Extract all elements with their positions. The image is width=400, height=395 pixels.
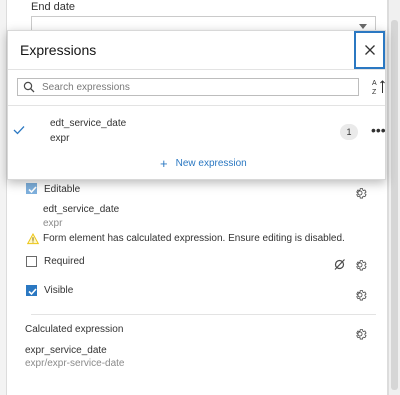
new-expression-label: New expression [175,158,247,169]
editable-label: Editable [44,184,81,195]
end-date-label: End date [31,1,76,13]
svg-text:Z: Z [372,89,377,96]
editable-expr-name: edt_service_date [43,204,120,215]
required-label: Required [44,256,85,267]
search-icon [23,81,35,93]
close-icon [364,45,375,55]
calculated-expr-path: expr/expr-service-date [25,358,125,369]
chevron-down-icon [359,24,367,29]
section-divider [31,314,376,315]
warning-icon [27,233,39,245]
search-expressions-field[interactable] [17,78,359,96]
no-expression-icon[interactable] [333,258,346,271]
gear-icon[interactable] [353,258,367,272]
sort-az-icon[interactable]: AZ [372,78,386,96]
new-expression-button[interactable]: + New expression [160,155,247,171]
expression-list-item[interactable]: edt_service_date expr 1 ••• [8,111,386,153]
popover-divider [8,69,385,70]
plus-icon: + [160,155,168,171]
svg-text:A: A [372,80,377,87]
calculated-warning-text: Form element has calculated expression. … [43,233,345,244]
close-button[interactable] [354,31,385,69]
scrollbar[interactable] [388,0,400,395]
expression-sub: expr [50,133,70,144]
expressions-popover: Expressions AZ edt_service_date expr 1 •… [7,30,386,180]
popover-title: Expressions [20,42,97,58]
popover-divider [8,105,385,106]
gear-icon[interactable] [353,186,367,200]
calculated-expression-label: Calculated expression [25,324,124,335]
checkmark-icon [28,288,37,296]
more-options-icon[interactable]: ••• [371,122,386,138]
gear-icon[interactable] [353,327,367,341]
scrollbar-thumb[interactable] [391,20,398,390]
gear-icon[interactable] [353,288,367,302]
visible-label: Visible [44,285,74,296]
checkmark-icon [28,186,37,194]
editable-checkbox[interactable] [26,183,37,194]
checkmark-icon [13,126,25,135]
expression-name: edt_service_date [50,118,127,129]
editable-expr-sub: expr [43,218,63,229]
search-input[interactable] [42,80,352,94]
visible-checkbox[interactable] [26,285,37,296]
usage-count-badge: 1 [340,124,358,140]
calculated-expr-name: expr_service_date [25,345,107,356]
required-checkbox[interactable] [26,256,37,267]
